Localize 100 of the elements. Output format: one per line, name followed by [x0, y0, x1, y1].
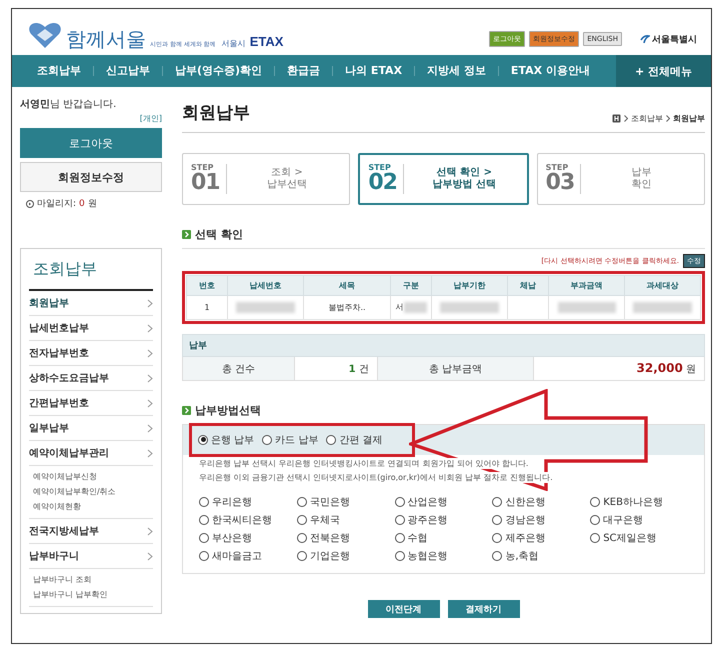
radio-button[interactable] [198, 434, 208, 444]
page-title: 회원납부 [182, 102, 250, 124]
side-menu-item[interactable]: 예약이체납부관리 [29, 441, 153, 466]
step-caption: STEP [191, 164, 215, 172]
bank-option[interactable]: 농협은행 [394, 549, 492, 563]
section-title: 선택 확인 [195, 227, 243, 242]
column-header: 구분 [390, 276, 432, 296]
radio-button[interactable] [492, 515, 502, 525]
radio-button[interactable] [590, 533, 600, 543]
bank-option[interactable]: 농,축협 [492, 549, 590, 563]
side-submenu-item[interactable]: 납부바구니 납부확인 [33, 587, 153, 602]
bank-option[interactable]: 제주은행 [492, 531, 590, 545]
table-label: 총 납부금액 [377, 356, 534, 380]
side-submenu-item[interactable]: 예약이체현황 [33, 499, 153, 514]
count-unit: 건 [358, 364, 369, 374]
payment-method-option[interactable]: 은행 납부 [198, 432, 254, 446]
chevron-icon [147, 552, 153, 560]
radio-label: 농협은행 [408, 550, 448, 563]
side-menu-item[interactable]: 납부바구니 [29, 544, 153, 569]
radio-label: 우리은행 [212, 496, 252, 509]
radio-button[interactable] [492, 551, 502, 561]
logo-brand: ETAX [250, 34, 284, 49]
bank-option[interactable]: SC제일은행 [590, 531, 688, 545]
radio-button[interactable] [199, 533, 209, 543]
bank-option[interactable]: 신한은행 [492, 495, 590, 509]
chevron-icon [147, 398, 153, 408]
bank-option[interactable]: 국민은행 [296, 495, 395, 509]
radio-button[interactable] [326, 434, 336, 444]
bank-option[interactable]: 경남은행 [492, 513, 590, 527]
side-menu-item[interactable]: 일부납부 [29, 416, 153, 441]
radio-button[interactable] [492, 533, 502, 543]
radio-label: 광주은행 [408, 514, 448, 527]
nav-item[interactable]: 조회납부 [12, 66, 94, 76]
side-menu-item[interactable]: 납세번호납부 [29, 316, 153, 341]
bank-option[interactable]: 기업은행 [296, 549, 395, 563]
radio-button[interactable] [296, 551, 307, 561]
bank-option[interactable]: KEB하나은행 [590, 495, 688, 509]
side-menu-item[interactable]: 회원납부 [29, 291, 153, 316]
radio-button[interactable] [394, 497, 405, 507]
chevron-icon [147, 448, 153, 458]
radio-button[interactable] [296, 497, 307, 507]
bank-option[interactable]: 수협 [394, 531, 492, 545]
side-menu-item[interactable]: 전자납부번호 [29, 341, 153, 366]
column-header: 납세번호 [228, 276, 304, 296]
table-cell-text: 1 [204, 302, 210, 312]
side-menu-item[interactable]: 간편납부번호 [29, 391, 153, 416]
radio-button[interactable] [590, 515, 600, 525]
radio-label: 부산은행 [212, 532, 252, 545]
radio-button[interactable] [492, 497, 502, 507]
bank-option[interactable]: 부산은행 [199, 531, 297, 545]
radio-button[interactable] [296, 515, 307, 525]
radio-button[interactable] [590, 497, 600, 507]
side-submenu-item[interactable]: 예약이체납부확인/취소 [33, 484, 153, 499]
bank-option[interactable]: 한국씨티은행 [199, 513, 297, 527]
breadcrumb-item[interactable]: 회원납부 [673, 113, 705, 124]
radio-label: KEB하나은행 [603, 496, 663, 509]
step-button[interactable]: 이전단계 [368, 600, 440, 618]
all-menu-button[interactable]: + 전체메뉴 [616, 55, 711, 87]
payment-method-option[interactable]: 간편 결제 [326, 432, 383, 446]
logout-button[interactable]: 로그아웃 [20, 128, 162, 158]
radio-label: 우체국 [310, 514, 340, 527]
bank-option[interactable]: 광주은행 [394, 513, 492, 527]
radio-button[interactable] [394, 515, 405, 525]
edit-profile-button[interactable]: 회원정보수정 [20, 162, 162, 192]
radio-label: 은행 납부 [211, 434, 254, 446]
radio-button[interactable] [262, 434, 272, 444]
section-title: 납부방법선택 [195, 403, 261, 418]
mileage-value: 0 [79, 198, 85, 208]
side-menu-item[interactable]: 상하수도요금납부 [29, 366, 153, 391]
radio-button[interactable] [199, 551, 209, 561]
city-logo-text: 서울특별시 [652, 34, 697, 46]
radio-button[interactable] [296, 533, 307, 543]
nav-item[interactable]: 지방세 정보 [415, 66, 499, 76]
side-submenu-item[interactable]: 납부바구니 조회 [33, 572, 153, 587]
radio-button[interactable] [199, 497, 209, 507]
breadcrumb-item[interactable]: 조회납부 [631, 113, 663, 124]
column-header: 번호 [186, 276, 228, 296]
city-emblem-icon [640, 34, 650, 44]
bank-option[interactable]: 우체국 [296, 513, 395, 527]
bank-option[interactable]: 대구은행 [590, 513, 688, 527]
radio-button[interactable] [199, 515, 209, 525]
bank-option[interactable]: 새마을금고 [199, 549, 297, 563]
nav-item[interactable]: ETAX 이용안내 [498, 66, 602, 76]
radio-label: 수협 [408, 532, 428, 545]
radio-button[interactable] [394, 533, 405, 543]
nav-item[interactable]: 환급금 [275, 66, 334, 76]
radio-label: 대구은행 [603, 514, 644, 527]
step-label: 납부 확인 [630, 167, 653, 191]
step-button[interactable]: 결제하기 [448, 600, 520, 618]
bank-option[interactable]: 산업은행 [394, 495, 492, 509]
radio-button[interactable] [394, 551, 405, 561]
payment-method-option[interactable]: 카드 납부 [262, 432, 318, 446]
nav-item[interactable]: 납부(영수증)확인 [163, 66, 276, 76]
nav-item[interactable]: 신고납부 [94, 66, 163, 76]
side-submenu-item[interactable]: 예약이체납부신청 [33, 469, 153, 484]
bank-option[interactable]: 우리은행 [199, 495, 297, 509]
side-menu-item[interactable]: 전국지방세납부 [29, 519, 153, 544]
bullet-icon [26, 200, 34, 208]
bank-option[interactable]: 전북은행 [296, 531, 395, 545]
nav-item[interactable]: 나의 ETAX [333, 66, 416, 76]
